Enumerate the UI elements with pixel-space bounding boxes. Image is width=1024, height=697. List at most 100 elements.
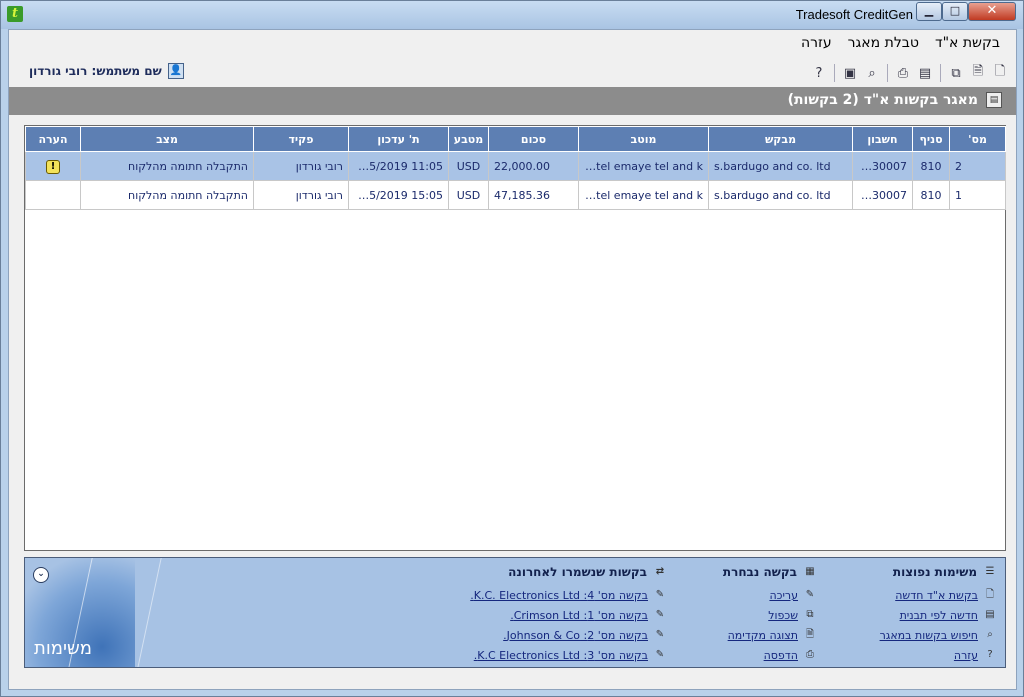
task-new-request[interactable]: 🗋 בקשת א"ד חדשה — [880, 585, 997, 605]
edit-doc-icon: ✎ — [655, 629, 665, 640]
grid-icon: ▦ — [805, 566, 815, 577]
requests-table: מס' סניף חשבון מבקש מוטב סכום מטבע ת' עד… — [25, 126, 1006, 210]
cell-currency: USD — [448, 180, 489, 210]
cell-status: התקבלה חתומה מהלקוח — [80, 151, 254, 181]
title-bar[interactable]: t Tradesoft CreditGen ▁ □ ✕ — [1, 1, 1023, 29]
cell-number: 1 — [949, 180, 1006, 210]
cell-status: התקבלה חתומה מהלקוח — [80, 180, 254, 210]
cell-note — [25, 180, 81, 210]
cell-amount: 22,000.00 — [488, 151, 579, 181]
cell-account: 15930007 — [852, 151, 913, 181]
col-header-beneficiary[interactable]: מוטב — [578, 126, 709, 152]
collapse-panel-button[interactable]: ⌄ — [33, 567, 49, 583]
repository-title: מאגר בקשות א"ד (2 בקשות) — [787, 92, 978, 108]
table-row[interactable]: 1 810 15930007 s.bardugo and co. ltd emt… — [25, 180, 1006, 210]
toolbar-separator — [834, 64, 835, 82]
open-doc-icon[interactable]: 🗎 — [968, 63, 988, 83]
menu-repository-table[interactable]: טבלת מאגר — [840, 34, 927, 52]
preview-icon[interactable]: ▣ — [840, 63, 860, 83]
user-avatar-icon[interactable]: 👤 — [167, 63, 184, 79]
selected-request-heading: ▦ בקשה נבחרת — [723, 563, 817, 581]
edit-doc-icon: ✎ — [655, 649, 665, 660]
col-header-updated[interactable]: ת' עדכון — [348, 126, 449, 152]
cell-updated: 15:05 24/05/2019 — [348, 180, 449, 210]
menu-help[interactable]: עזרה — [793, 34, 840, 52]
recent-requests-group: ⇄ בקשות שנשמרו לאחרונה ✎ בקשה מס' 4: K.C. … — [470, 563, 667, 665]
repository-icon: ▤ — [986, 92, 1002, 108]
menu-request[interactable]: בקשת א"ד — [927, 34, 1008, 52]
list-icon: ☰ — [985, 566, 995, 577]
task-edit[interactable]: ✎ עריכה — [723, 585, 817, 605]
task-search-repository[interactable]: ⌕ חיפוש בקשות במאגר — [880, 625, 997, 645]
app-logo-icon: t — [7, 6, 23, 22]
user-label: שם משתמש: רובי גורדון — [29, 64, 162, 78]
window-title: Tradesoft CreditGen — [795, 7, 913, 22]
col-header-note[interactable]: הערה — [25, 126, 81, 152]
toolbar-separator — [887, 64, 888, 82]
cell-applicant: s.bardugo and co. ltd — [708, 180, 853, 210]
print-icon[interactable]: ⎙ — [893, 63, 913, 83]
new-doc-icon: 🗋 — [985, 589, 995, 600]
task-preview[interactable]: 🗎 תצוגה מקדימה — [723, 625, 817, 645]
print-icon: ⎙ — [806, 649, 814, 660]
document-icon[interactable]: ▤ — [915, 63, 935, 83]
tasks-panel: ⌄ משימות ☰ משימות נפוצות 🗋 בקשת א"ד חדשה ▤… — [24, 557, 1006, 668]
col-header-account[interactable]: חשבון — [852, 126, 913, 152]
maximize-button[interactable]: □ — [942, 2, 968, 21]
application-window: t Tradesoft CreditGen ▁ □ ✕ בקשת א"ד טבל… — [0, 0, 1024, 697]
warning-icon[interactable]: ! — [46, 159, 60, 174]
preview-icon: 🗎 — [805, 629, 815, 640]
edit-doc-icon: ✎ — [655, 609, 665, 620]
selected-request-group: ▦ בקשה נבחרת ✎ עריכה ⧉ שכפול 🗎 תצוגה מקדימה … — [723, 563, 817, 665]
recent-request-item[interactable]: ✎ בקשה מס' 1: Crimson Ltd. — [470, 605, 667, 625]
cell-clerk: רובי גורדון — [253, 180, 349, 210]
help-icon: ? — [987, 649, 993, 660]
col-header-amount[interactable]: סכום — [488, 126, 579, 152]
col-header-currency[interactable]: מטבע — [448, 126, 489, 152]
recent-request-item[interactable]: ✎ בקשה מס' 3: K.C Electronics Ltd. — [470, 645, 667, 665]
table-header-row: מס' סניף חשבון מבקש מוטב סכום מטבע ת' עד… — [25, 126, 1006, 152]
cell-note: ! — [25, 151, 81, 181]
copy-icon[interactable]: ⧉ — [946, 63, 966, 83]
task-print[interactable]: ⎙ הדפסה — [723, 645, 817, 665]
recent-requests-heading: ⇄ בקשות שנשמרו לאחרונה — [470, 563, 667, 581]
duplicate-icon: ⧉ — [806, 609, 814, 620]
cell-updated: 11:05 26/05/2019 — [348, 151, 449, 181]
toolbar-separator — [940, 64, 941, 82]
save-arrows-icon: ⇄ — [655, 566, 665, 577]
task-duplicate[interactable]: ⧉ שכפול — [723, 605, 817, 625]
close-button[interactable]: ✕ — [968, 2, 1016, 21]
recent-request-item[interactable]: ✎ בקשה מס' 2: Johnson & Co. — [470, 625, 667, 645]
table-row[interactable]: 2 810 15930007 s.bardugo and co. ltd emt… — [25, 151, 1006, 181]
col-header-number[interactable]: מס' — [949, 126, 1006, 152]
edit-icon: ✎ — [805, 589, 815, 600]
task-new-from-template[interactable]: ▤ חדשה לפי תבנית — [880, 605, 997, 625]
minimize-button[interactable]: ▁ — [916, 2, 942, 21]
cell-amount: 47,185.36 — [488, 180, 579, 210]
help-icon[interactable]: ? — [809, 63, 829, 83]
cell-number: 2 — [949, 151, 1006, 181]
repository-header: ▤ מאגר בקשות א"ד (2 בקשות) — [9, 87, 1016, 115]
template-icon: ▤ — [985, 609, 995, 620]
col-header-status[interactable]: מצב — [80, 126, 254, 152]
tasks-title: משימות — [34, 638, 92, 659]
cell-currency: USD — [448, 151, 489, 181]
col-header-applicant[interactable]: מבקש — [708, 126, 853, 152]
cell-applicant: s.bardugo and co. ltd — [708, 151, 853, 181]
task-help[interactable]: ? עזרה — [880, 645, 997, 665]
toolbar: 🗋 🗎 ⧉ ▤ ⎙ ⌕ ▣ ? 👤 שם משתמש: רובי גורדון — [9, 60, 1016, 86]
client-area: בקשת א"ד טבלת מאגר עזרה 🗋 🗎 ⧉ ▤ ⎙ ⌕ ▣ ? … — [8, 29, 1017, 690]
cell-account: 15930007 — [852, 180, 913, 210]
cell-branch: 810 — [912, 180, 950, 210]
col-header-clerk[interactable]: פקיד — [253, 126, 349, 152]
menu-bar: בקשת א"ד טבלת מאגר עזרה — [793, 34, 1008, 52]
new-doc-icon[interactable]: 🗋 — [990, 63, 1010, 83]
cell-beneficiary: emtel emaye tel and k... — [578, 180, 709, 210]
recent-request-item[interactable]: ✎ בקשה מס' 4: K.C. Electronics Ltd. — [470, 585, 667, 605]
requests-grid[interactable]: מס' סניף חשבון מבקש מוטב סכום מטבע ת' עד… — [24, 125, 1006, 551]
cell-clerk: רובי גורדון — [253, 151, 349, 181]
col-header-branch[interactable]: סניף — [912, 126, 950, 152]
common-tasks-group: ☰ משימות נפוצות 🗋 בקשת א"ד חדשה ▤ חדשה לפי … — [880, 563, 997, 665]
edit-doc-icon: ✎ — [655, 589, 665, 600]
search-icon[interactable]: ⌕ — [862, 63, 882, 83]
